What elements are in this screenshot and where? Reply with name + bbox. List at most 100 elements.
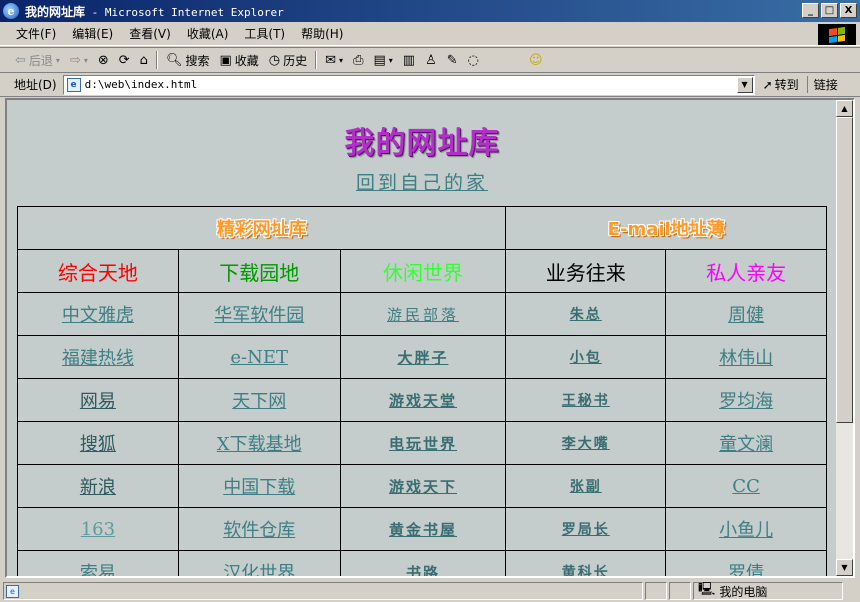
site-link[interactable]: 搜狐 xyxy=(80,434,116,455)
friend-email-link[interactable]: 小鱼儿 xyxy=(719,520,773,541)
links-button[interactable]: 链接 xyxy=(806,76,844,93)
refresh-button[interactable]: ⟳ xyxy=(114,49,135,71)
home-link[interactable]: 回到自己的家 xyxy=(7,168,837,195)
back-button[interactable]: ⇦ 后退 ▾ xyxy=(10,49,65,71)
business-email-link[interactable]: 朱总 xyxy=(570,307,602,323)
messenger-button[interactable]: ♙ xyxy=(420,49,442,71)
table-cell: 搜狐 xyxy=(17,421,179,465)
edit-button[interactable]: ▤ ▾ xyxy=(368,49,397,71)
site-link[interactable]: 网易 xyxy=(80,391,116,412)
menu-favorites[interactable]: 收藏(A) xyxy=(179,25,237,42)
page-viewport: 我的网址库 回到自己的家 精彩网址库 E-mail地址薄 综合天地 下载园地 休… xyxy=(5,98,855,578)
menu-file[interactable]: 文件(F) xyxy=(8,25,64,42)
business-email-link[interactable]: 李大嘴 xyxy=(562,436,610,452)
friend-email-link[interactable]: CC xyxy=(732,476,760,497)
close-button[interactable]: X xyxy=(840,3,857,18)
leisure-link[interactable]: 游民部落 xyxy=(387,306,459,324)
friend-email-link[interactable]: 周健 xyxy=(728,305,764,326)
leisure-link[interactable]: 书路 xyxy=(406,564,440,577)
scroll-down-icon[interactable]: ▼ xyxy=(836,559,853,576)
leisure-link[interactable]: 大胖子 xyxy=(397,349,448,367)
smiley-button[interactable]: ☺ xyxy=(524,49,548,71)
friend-email-link[interactable]: 林伟山 xyxy=(719,348,773,369)
favorites-button[interactable]: ▣ 收藏 xyxy=(214,49,263,71)
business-email-link[interactable]: 张副 xyxy=(570,479,602,495)
site-link[interactable]: 新浪 xyxy=(80,477,116,498)
go-button[interactable]: ➚ 转到 xyxy=(755,76,807,93)
mail-button[interactable]: ✉ ▾ xyxy=(320,49,348,71)
address-bar: 地址(D) e ▼ ➚转到 链接 xyxy=(0,73,860,97)
home-button[interactable]: ⌂ xyxy=(135,49,153,71)
history-button[interactable]: ◷ 历史 xyxy=(264,49,312,71)
url-input[interactable] xyxy=(84,78,725,91)
menu-edit[interactable]: 编辑(E) xyxy=(64,25,121,42)
forward-button[interactable]: ⇨ ▾ xyxy=(65,49,93,71)
scroll-thumb[interactable] xyxy=(836,117,853,423)
table-row: 索易 汉化世界 书路 黄科长 罗倩 xyxy=(17,550,827,577)
table-cell: 小包 xyxy=(505,335,667,379)
discuss-icon: ▥ xyxy=(402,52,416,68)
research-button[interactable]: ✎ xyxy=(442,49,463,71)
search-button[interactable]: 🔍︎ 搜索 xyxy=(161,49,215,71)
friend-email-link[interactable]: 童文澜 xyxy=(719,434,773,455)
menu-help[interactable]: 帮助(H) xyxy=(293,25,351,42)
minimize-button[interactable]: _ xyxy=(802,3,819,18)
download-link[interactable]: 汉化世界 xyxy=(223,563,295,576)
friend-email-link[interactable]: 罗倩 xyxy=(728,563,764,576)
status-cell-progress xyxy=(645,582,667,600)
print-button[interactable]: ⎙ xyxy=(348,49,368,71)
download-link[interactable]: 中国下载 xyxy=(223,477,295,498)
table-row: 163 软件仓库 黄金书屋 罗局长 小鱼儿 xyxy=(17,507,827,551)
business-email-link[interactable]: 黄科长 xyxy=(562,565,610,576)
table-cell: 大胖子 xyxy=(339,335,507,379)
go-label: 转到 xyxy=(774,78,799,92)
table-cell: 游民部落 xyxy=(339,292,507,336)
discuss-button[interactable]: ▥ xyxy=(398,49,420,71)
window-title-main: 我的网址库 xyxy=(25,4,86,19)
leisure-link[interactable]: 电玩世界 xyxy=(389,435,457,453)
business-email-link[interactable]: 小包 xyxy=(570,350,602,366)
menu-tools[interactable]: 工具(T) xyxy=(236,25,293,42)
category-leisure: 休闲世界 xyxy=(339,249,507,293)
favorites-label: 收藏 xyxy=(234,53,259,68)
page-content: 我的网址库 回到自己的家 精彩网址库 E-mail地址薄 综合天地 下载园地 休… xyxy=(7,100,837,576)
menu-bar: 文件(F) 编辑(E) 查看(V) 收藏(A) 工具(T) 帮助(H) xyxy=(0,22,860,46)
section-header-sites: 精彩网址库 xyxy=(16,206,507,250)
research-icon: ✎ xyxy=(446,52,458,68)
site-link[interactable]: 索易 xyxy=(80,563,116,576)
menu-view[interactable]: 查看(V) xyxy=(121,25,179,42)
friend-email-link[interactable]: 罗均海 xyxy=(719,391,773,412)
scroll-up-icon[interactable]: ▲ xyxy=(836,100,853,117)
table-row: 网易 天下网 游戏天堂 王秘书 罗均海 xyxy=(17,378,827,422)
leisure-link[interactable]: 游戏天下 xyxy=(389,478,457,496)
print-icon: ⎙ xyxy=(353,52,364,68)
history-icon: ◷ xyxy=(268,52,281,68)
site-link[interactable]: 福建热线 xyxy=(62,348,134,369)
download-link[interactable]: X下载基地 xyxy=(217,434,302,455)
address-field[interactable]: e ▼ xyxy=(62,74,755,95)
leisure-link[interactable]: 游戏天堂 xyxy=(389,392,457,410)
status-cell-security xyxy=(669,582,691,600)
maximize-button[interactable]: □ xyxy=(821,3,838,18)
business-email-link[interactable]: 王秘书 xyxy=(562,393,610,409)
business-email-link[interactable]: 罗局长 xyxy=(562,522,610,538)
site-link[interactable]: 163 xyxy=(81,519,115,540)
leisure-link[interactable]: 黄金书屋 xyxy=(389,521,457,539)
table-cell: 新浪 xyxy=(17,464,179,508)
table-cell: X下载基地 xyxy=(177,421,341,465)
windows-logo-icon xyxy=(818,24,856,45)
vertical-scrollbar[interactable]: ▲ ▼ xyxy=(836,100,853,576)
stop-button[interactable]: ⊗ xyxy=(93,49,114,71)
go-arrow-icon: ➚ xyxy=(762,77,773,92)
section-header-email: E-mail地址薄 xyxy=(505,206,827,250)
download-link[interactable]: 天下网 xyxy=(232,391,286,412)
address-dropdown-icon[interactable]: ▼ xyxy=(736,76,753,93)
download-link[interactable]: 华军软件园 xyxy=(214,305,304,326)
download-link[interactable]: e-NET xyxy=(230,347,288,368)
table-cell: 福建热线 xyxy=(17,335,179,379)
chat-button[interactable]: ◌ xyxy=(463,49,484,71)
table-cell: 罗倩 xyxy=(665,550,827,576)
download-link[interactable]: 软件仓库 xyxy=(223,520,295,541)
ie-icon[interactable]: e xyxy=(3,3,19,19)
site-link[interactable]: 中文雅虎 xyxy=(62,305,134,326)
